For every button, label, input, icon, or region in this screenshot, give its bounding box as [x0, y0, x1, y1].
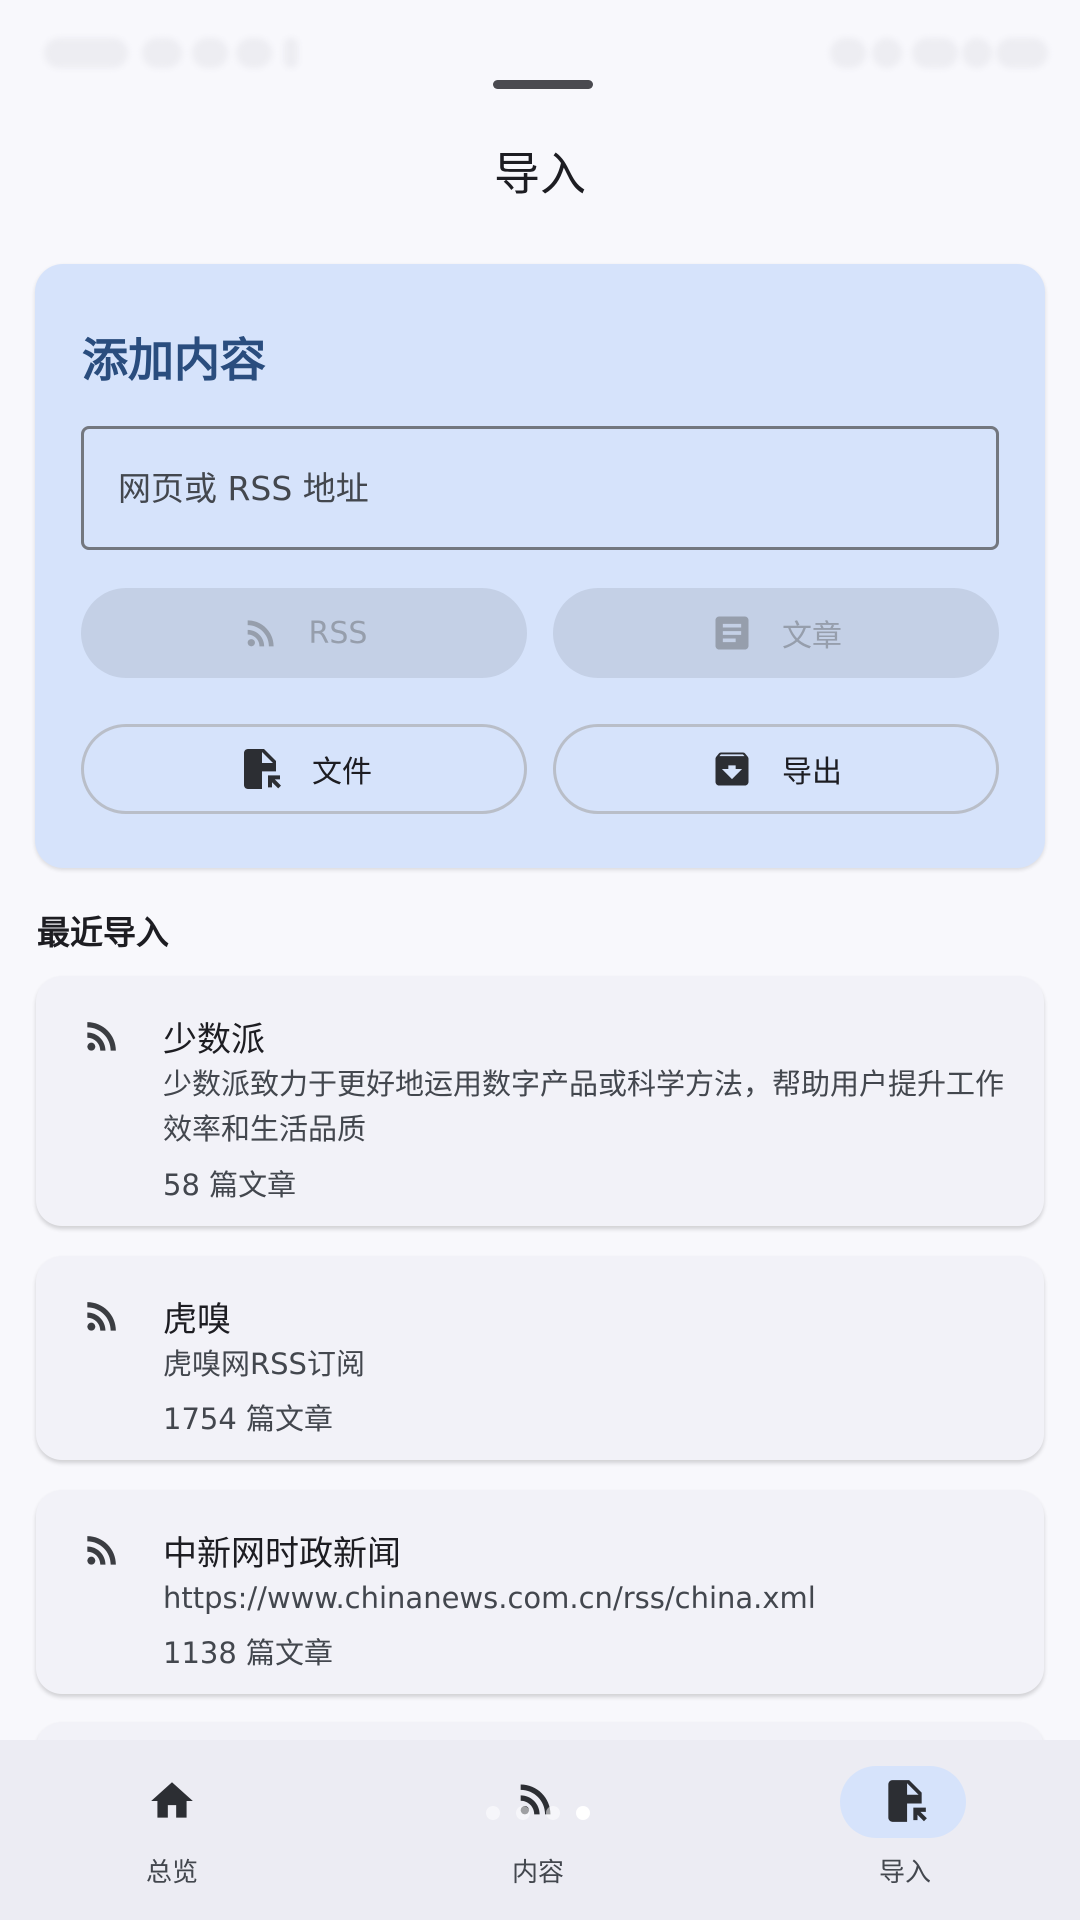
- add-content-title: 添加内容: [82, 333, 266, 387]
- status-signal-icon: [830, 38, 866, 68]
- status-signal-icon: [962, 38, 992, 68]
- nav-label-overview: 总览: [145, 1858, 198, 1888]
- bottom-navigation: 总览 内容 导入: [0, 1740, 1080, 1920]
- rss-icon: [87, 1022, 116, 1051]
- file-button-label: 文件: [312, 755, 372, 790]
- file-import-icon: [888, 1780, 927, 1822]
- nav-item-content[interactable]: 内容: [358, 1740, 718, 1920]
- rss-button-label: RSS: [308, 615, 368, 651]
- status-wifi-icon: [872, 38, 902, 68]
- archive-download-icon: [715, 752, 749, 786]
- rss-icon: [247, 620, 274, 647]
- feed-name: 中新网时政新闻: [163, 1534, 401, 1574]
- file-import-icon: [244, 749, 281, 789]
- page-title: 导入: [494, 147, 586, 201]
- feed-description: 少数派致力于更好地运用数字产品或科学方法，帮助用户提升工作效率和生活品质: [163, 1067, 1005, 1146]
- recent-imports-title: 最近导入: [37, 913, 169, 952]
- feed-card[interactable]: 中新网时政新闻 https://www.chinanews.com.cn/rss…: [36, 1490, 1044, 1694]
- home-icon: [151, 1782, 193, 1818]
- status-dot-icon: [284, 38, 298, 68]
- status-network-icon: [912, 38, 958, 68]
- nav-item-overview[interactable]: 总览: [0, 1740, 352, 1920]
- sheet-drag-handle[interactable]: [493, 80, 593, 89]
- feed-description: https://www.chinanews.com.cn/rss/china.x…: [163, 1581, 816, 1615]
- pager-dot: [516, 1806, 530, 1820]
- status-time-blur: [44, 38, 128, 68]
- add-content-card: 添加内容 RSS 文章 文件 导出: [35, 264, 1045, 868]
- article-button[interactable]: 文章: [553, 588, 999, 678]
- feed-description: 虎嗅网RSS订阅: [163, 1347, 365, 1381]
- feed-name: 少数派: [163, 1020, 265, 1060]
- feed-article-count: 58 篇文章: [163, 1168, 297, 1202]
- status-notification-icon: [236, 38, 272, 68]
- feed-name: 虎嗅: [163, 1300, 231, 1340]
- article-button-label: 文章: [782, 619, 842, 654]
- pager-dots: [486, 1806, 596, 1822]
- rss-icon: [87, 1536, 116, 1565]
- status-notification-icon: [142, 38, 182, 68]
- rss-button[interactable]: RSS: [81, 588, 527, 678]
- nav-item-import[interactable]: 导入: [725, 1740, 1080, 1920]
- feed-article-count: 1138 篇文章: [163, 1636, 334, 1670]
- nav-label-import: 导入: [878, 1858, 931, 1888]
- url-input[interactable]: [81, 426, 999, 550]
- pager-dot-active: [576, 1806, 590, 1820]
- file-button[interactable]: 文件: [81, 724, 527, 814]
- article-icon: [715, 616, 749, 650]
- battery-icon: [996, 38, 1048, 68]
- pager-dot: [546, 1806, 560, 1820]
- import-screen: 导入 添加内容 RSS 文章 文件 导出 最近导入 少数派 少数派致力于更好地运…: [0, 0, 1080, 1920]
- export-button[interactable]: 导出: [553, 724, 999, 814]
- nav-label-content: 内容: [511, 1858, 564, 1888]
- pager-dot: [486, 1806, 500, 1820]
- feed-article-count: 1754 篇文章: [163, 1402, 334, 1436]
- status-notification-icon: [192, 38, 228, 68]
- rss-icon: [87, 1302, 116, 1331]
- export-button-label: 导出: [782, 755, 842, 790]
- feed-card[interactable]: 少数派 少数派致力于更好地运用数字产品或科学方法，帮助用户提升工作效率和生活品质…: [36, 976, 1044, 1226]
- feed-card[interactable]: 虎嗅 虎嗅网RSS订阅 1754 篇文章: [36, 1256, 1044, 1460]
